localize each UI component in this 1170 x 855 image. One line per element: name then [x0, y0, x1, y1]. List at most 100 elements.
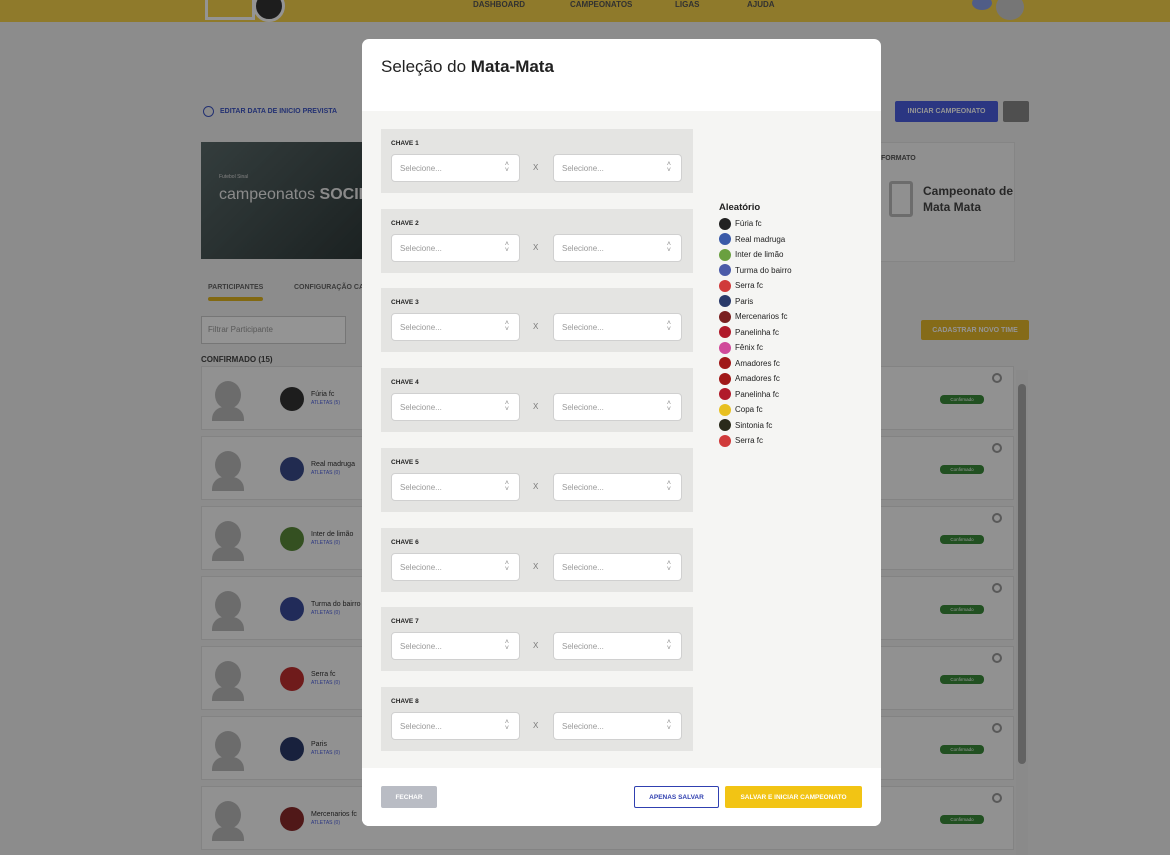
versus-label: X	[533, 641, 539, 651]
knockout-selection-modal: Seleção do Mata-Mata CHAVE 1 Selecione...…	[362, 39, 881, 826]
team-crest-icon	[719, 341, 731, 354]
modal-title: Seleção do Mata-Mata	[381, 57, 554, 76]
bracket-key-block: CHAVE 4 Selecione... ˄ ˅ X Selecione... ˄ ˅	[381, 368, 693, 433]
select-arrows-icon: ˄ ˅	[666, 400, 671, 414]
versus-label: X	[533, 720, 539, 730]
bracket-key-block: CHAVE 7 Selecione... ˄ ˅ X Selecione... ˄ ˅	[381, 607, 693, 672]
random-team-item: Fúria fc	[719, 216, 792, 232]
close-button[interactable]: FECHAR	[381, 786, 437, 808]
random-team-name: Fênix fc	[735, 343, 764, 353]
random-team-item: Serra fc	[719, 433, 792, 449]
team-crest-icon	[719, 357, 731, 370]
team-b-select[interactable]: Selecione... ˄ ˅	[553, 552, 682, 581]
key-label: CHAVE 5	[391, 458, 419, 466]
team-crest-icon	[719, 326, 731, 339]
random-team-name: Inter de limão	[735, 250, 784, 260]
key-label: CHAVE 8	[391, 697, 419, 705]
save-only-button[interactable]: APENAS SALVAR	[634, 786, 719, 808]
team-crest-icon	[719, 434, 731, 447]
team-a-select[interactable]: Selecione... ˄ ˅	[391, 393, 520, 422]
team-a-select[interactable]: Selecione... ˄ ˅	[391, 552, 520, 581]
select-arrows-icon: ˄ ˅	[666, 161, 671, 174]
team-b-select[interactable]: Selecione... ˄ ˅	[553, 233, 682, 262]
select-arrows-icon: ˄ ˅	[666, 240, 671, 254]
team-a-select[interactable]: Selecione... ˄ ˅	[391, 154, 520, 182]
random-team-item: Mercenarios fc	[719, 309, 792, 325]
team-b-select[interactable]: Selecione... ˄ ˅	[553, 393, 682, 422]
team-crest-icon	[719, 295, 731, 308]
random-team-name: Amadores fc	[735, 374, 780, 384]
random-title: Aleatório	[719, 202, 761, 213]
select-arrows-icon: ˄ ˅	[504, 718, 509, 732]
versus-label: X	[533, 242, 539, 252]
key-label: CHAVE 2	[391, 219, 419, 227]
select-arrows-icon: ˄ ˅	[504, 240, 509, 254]
random-team-item: Panelinha fc	[719, 325, 792, 341]
random-team-item: Serra fc	[719, 278, 792, 294]
versus-label: X	[533, 322, 539, 332]
select-arrows-icon: ˄ ˅	[666, 320, 671, 334]
team-crest-icon	[719, 217, 731, 230]
random-team-item: Paris	[719, 294, 792, 310]
random-team-name: Paris	[735, 296, 754, 306]
team-a-select[interactable]: Selecione... ˄ ˅	[391, 472, 520, 501]
random-team-item: Panelinha fc	[719, 387, 792, 403]
key-label: CHAVE 1	[391, 140, 419, 147]
random-team-item: Real madruga	[719, 232, 792, 248]
team-b-select[interactable]: Selecione... ˄ ˅	[553, 154, 682, 182]
team-crest-icon	[719, 279, 731, 292]
bracket-key-block: CHAVE 3 Selecione... ˄ ˅ X Selecione... ˄ ˅	[381, 288, 693, 353]
select-arrows-icon: ˄ ˅	[504, 320, 509, 334]
team-b-select[interactable]: Selecione... ˄ ˅	[553, 711, 682, 740]
random-team-name: Panelinha fc	[735, 327, 780, 337]
select-arrows-icon: ˄ ˅	[504, 559, 509, 573]
key-label: CHAVE 4	[391, 379, 419, 387]
random-team-item: Turma do bairro	[719, 263, 792, 279]
random-team-name: Copa fc	[735, 405, 763, 415]
random-team-item: Amadores fc	[719, 371, 792, 387]
team-crest-icon	[719, 419, 731, 432]
random-team-name: Serra fc	[735, 281, 764, 291]
bracket-key-block: CHAVE 2 Selecione... ˄ ˅ X Selecione... ˄ ˅	[381, 208, 693, 273]
team-crest-icon	[719, 310, 731, 323]
random-team-name: Sintonia fc	[735, 420, 773, 430]
random-team-name: Turma do bairro	[735, 265, 792, 275]
random-teams-list: Aleatório Fúria fc Real madruga Inter de l…	[719, 202, 792, 449]
key-label: CHAVE 7	[391, 618, 419, 626]
team-a-select[interactable]: Selecione... ˄ ˅	[391, 313, 520, 342]
select-arrows-icon: ˄ ˅	[504, 639, 509, 653]
random-team-item: Copa fc	[719, 402, 792, 418]
select-arrows-icon: ˄ ˅	[504, 161, 509, 174]
random-team-name: Fúria fc	[735, 219, 762, 229]
select-arrows-icon: ˄ ˅	[666, 479, 671, 493]
team-b-select[interactable]: Selecione... ˄ ˅	[553, 632, 682, 661]
versus-label: X	[533, 402, 539, 412]
bracket-key-block: CHAVE 8 Selecione... ˄ ˅ X Selecione... ˄ ˅	[381, 686, 693, 751]
team-b-select[interactable]: Selecione... ˄ ˅	[553, 472, 682, 501]
bracket-key-block: CHAVE 6 Selecione... ˄ ˅ X Selecione... ˄ ˅	[381, 527, 693, 592]
team-a-select[interactable]: Selecione... ˄ ˅	[391, 711, 520, 740]
random-team-name: Panelinha fc	[735, 389, 780, 399]
select-arrows-icon: ˄ ˅	[666, 639, 671, 653]
bracket-key-block: CHAVE 1 Selecione... ˄ ˅ X Selecione... ˄ ˅	[381, 129, 693, 193]
random-team-name: Mercenarios fc	[735, 312, 788, 322]
team-a-select[interactable]: Selecione... ˄ ˅	[391, 632, 520, 661]
save-and-start-button[interactable]: SALVAR E INICIAR CAMPEONATO	[725, 786, 862, 808]
random-team-item: Fênix fc	[719, 340, 792, 356]
team-crest-icon	[719, 248, 731, 261]
select-arrows-icon: ˄ ˅	[504, 400, 509, 414]
random-team-name: Serra fc	[735, 436, 764, 446]
random-team-name: Amadores fc	[735, 358, 780, 368]
team-crest-icon	[719, 264, 731, 277]
team-crest-icon	[719, 233, 731, 246]
team-crest-icon	[719, 372, 731, 385]
random-team-item: Inter de limão	[719, 247, 792, 263]
random-team-item: Amadores fc	[719, 356, 792, 372]
modal-footer: FECHAR APENAS SALVAR SALVAR E INICIAR CA…	[362, 768, 881, 826]
select-arrows-icon: ˄ ˅	[504, 479, 509, 493]
team-crest-icon	[719, 388, 731, 401]
team-b-select[interactable]: Selecione... ˄ ˅	[553, 313, 682, 342]
modal-body: CHAVE 1 Selecione... ˄ ˅ X Selecione... ˄ ˅ CHAV…	[362, 111, 881, 768]
random-team-item: Sintonia fc	[719, 418, 792, 434]
team-a-select[interactable]: Selecione... ˄ ˅	[391, 233, 520, 262]
